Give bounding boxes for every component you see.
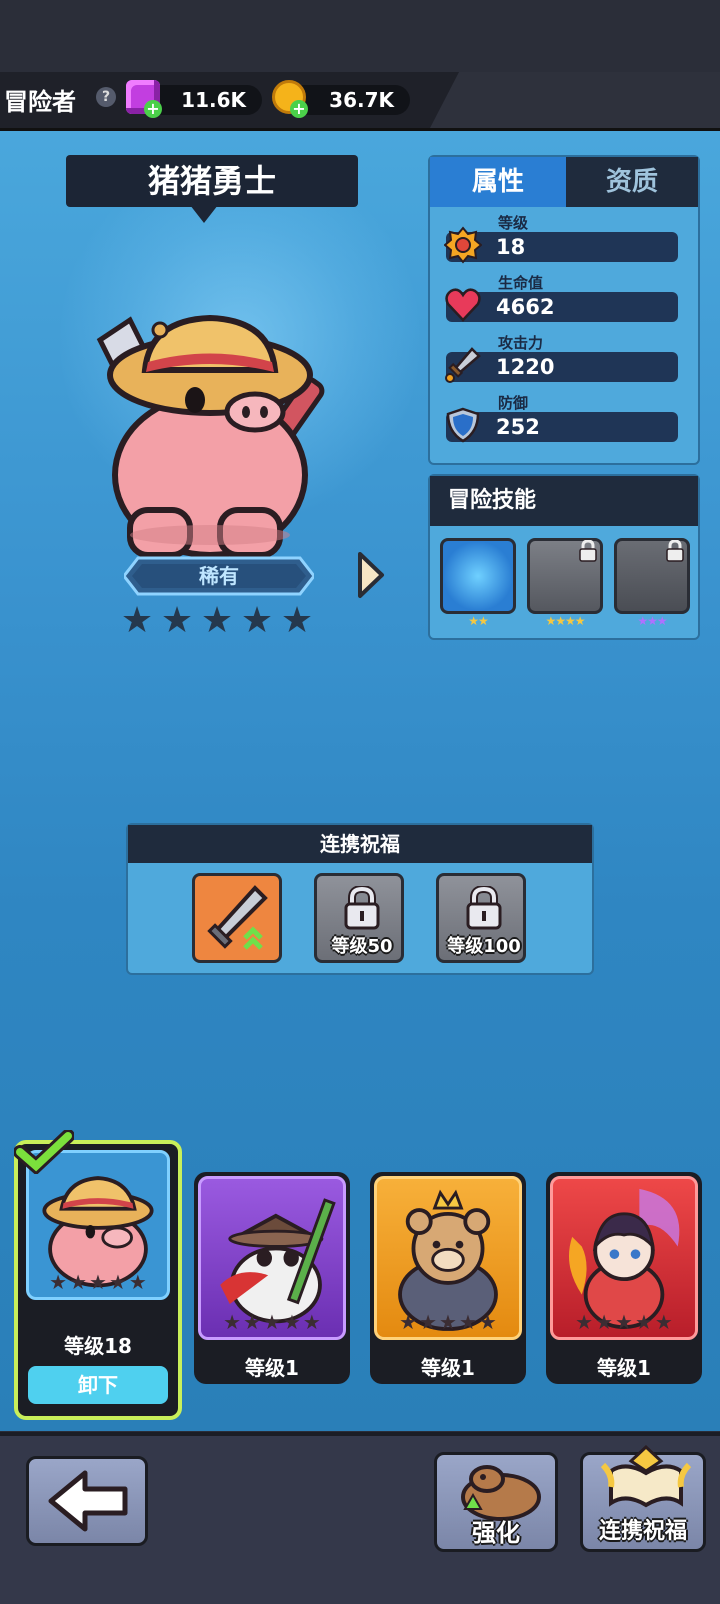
sword-upgrade-icon <box>207 885 268 950</box>
tab-attributes[interactable]: 属性 <box>430 157 566 207</box>
tab-aptitude[interactable]: 资质 <box>566 157 698 207</box>
unlock-level-label: 等级100 <box>447 936 521 957</box>
bear-vortex-skill-icon[interactable] <box>440 538 516 614</box>
blessing-title: 连携祝福 <box>128 825 592 863</box>
heart-icon <box>445 288 481 322</box>
hero-card-stars: ★ ★ ★ ★ ★ <box>399 1310 497 1334</box>
skills-title: 冒险技能 <box>430 476 698 526</box>
name-banner-pointer <box>190 205 218 223</box>
lock-icon <box>344 886 380 930</box>
hero-card-level: 等级18 <box>64 1334 132 1358</box>
star-icon: ★ <box>240 600 274 641</box>
blessing-slot-locked-50[interactable]: 等级50 <box>314 873 404 963</box>
stat-label-defense: 防御 <box>498 394 529 412</box>
page-title: 冒险者 <box>4 88 76 116</box>
status-bar-area <box>0 0 720 72</box>
star-icon: ★ <box>200 600 234 641</box>
next-hero-arrow-icon[interactable] <box>356 550 386 600</box>
hero-card-level: 等级1 <box>597 1356 651 1380</box>
stat-label-hp: 生命值 <box>498 274 544 292</box>
unequip-button[interactable]: 卸下 <box>28 1366 168 1404</box>
stat-label-attack: 攻击力 <box>498 334 544 352</box>
hero-name: 猪猪勇士 <box>66 155 358 207</box>
skill-stars: ★★ <box>468 614 489 628</box>
star-icon: ★ <box>120 600 154 641</box>
blessing-slot-locked-100[interactable]: 等级100 <box>436 873 526 963</box>
star-icon: ★ <box>280 600 314 641</box>
skill-stars: ★★★ <box>637 614 667 628</box>
unlock-level-label: 等级50 <box>331 936 393 957</box>
lock-icon <box>466 886 502 930</box>
blessing-slot-sword[interactable] <box>192 873 282 963</box>
selected-check-icon <box>14 1130 74 1174</box>
lock-icon <box>578 539 598 562</box>
hero-card-level: 等级1 <box>245 1356 299 1380</box>
upgrade-label: 强化 <box>472 1519 520 1547</box>
lock-icon <box>665 539 685 562</box>
hero-card-level: 等级1 <box>421 1356 475 1380</box>
hero-star-rating: ★ ★ ★ ★ ★ <box>120 600 320 641</box>
winged-book-icon <box>601 1444 691 1508</box>
hero-card-stars: ★ ★ ★ ★ ★ <box>575 1310 673 1334</box>
blessing-button[interactable]: 连携祝福 <box>580 1444 706 1552</box>
rarity-label: 稀有 <box>199 564 239 588</box>
upgrade-button[interactable]: 强化 <box>434 1452 558 1552</box>
add-gems-button[interactable]: + <box>144 100 162 118</box>
help-icon[interactable]: ? <box>96 87 116 107</box>
hero-card-stars: ★ ★ ★ ★ ★ <box>223 1310 321 1334</box>
pig-warrior-portrait <box>96 314 325 558</box>
stat-label-level: 等级 <box>498 214 529 232</box>
shield-icon <box>446 407 480 443</box>
blessing-label: 连携祝福 <box>598 1519 687 1544</box>
capybara-icon <box>461 1465 541 1521</box>
back-button[interactable] <box>26 1456 148 1546</box>
level-badge-icon <box>444 226 482 264</box>
hero-card-stars: ★ ★ ★ ★ ★ <box>49 1270 147 1294</box>
add-gold-button[interactable]: + <box>290 100 308 118</box>
star-icon: ★ <box>160 600 194 641</box>
sword-icon <box>445 347 481 383</box>
skill-stars: ★★★★ <box>545 614 585 628</box>
back-arrow-icon <box>48 1470 128 1532</box>
